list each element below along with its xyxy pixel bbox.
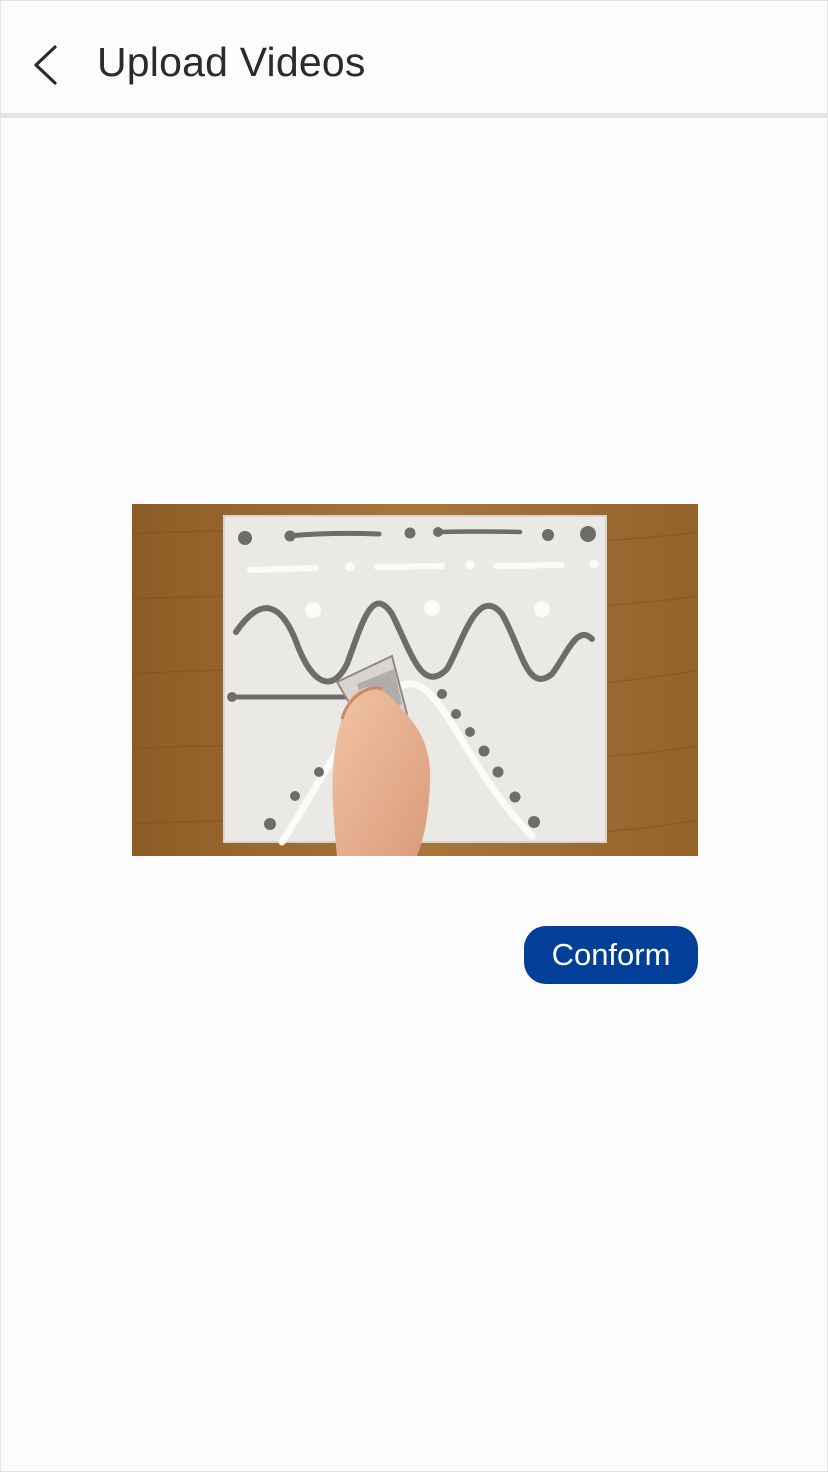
top-bar: Upload Videos bbox=[1, 1, 827, 118]
upload-videos-screen: Upload Videos Conform bbox=[0, 0, 828, 1472]
video-thumbnail-image bbox=[132, 504, 698, 856]
video-preview[interactable] bbox=[132, 504, 698, 856]
conform-button[interactable]: Conform bbox=[524, 926, 698, 984]
back-button[interactable] bbox=[23, 37, 71, 93]
chevron-left-icon bbox=[34, 45, 57, 85]
page-title: Upload Videos bbox=[97, 39, 366, 85]
